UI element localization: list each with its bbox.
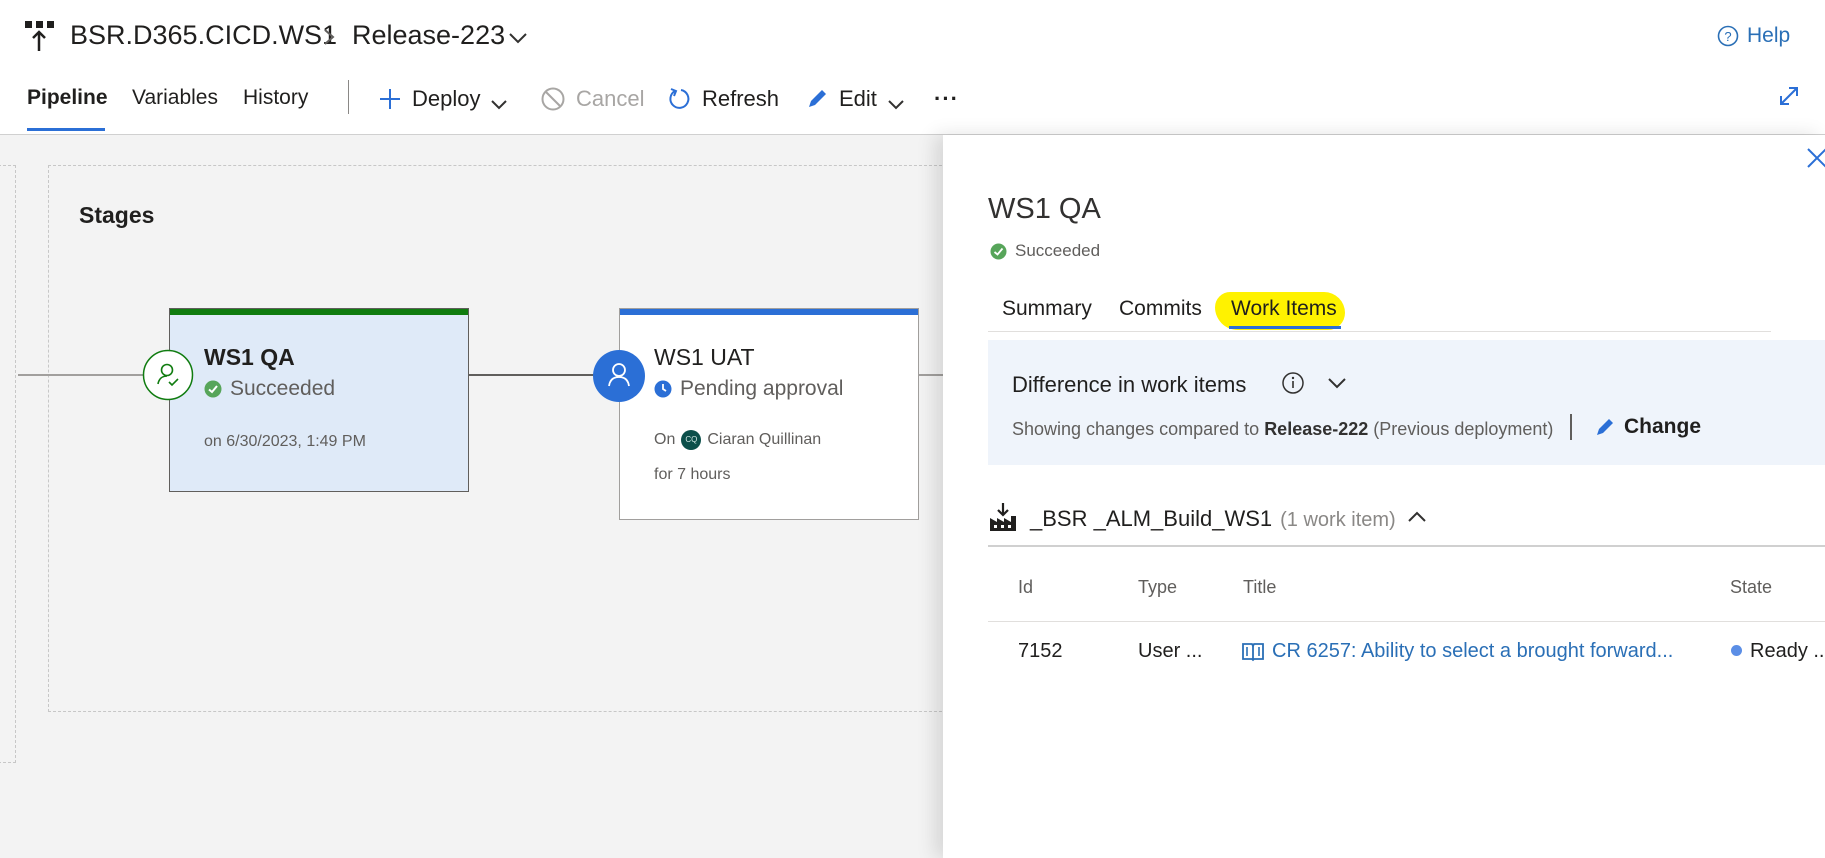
comparison-prefix: Showing changes compared to	[1012, 419, 1260, 439]
column-header-type[interactable]: Type	[1138, 577, 1177, 598]
group-count: (1 work item)	[1280, 509, 1396, 531]
column-header-title[interactable]: Title	[1243, 577, 1276, 598]
edit-button[interactable]: Edit	[805, 86, 905, 112]
stage-status: Succeeded	[204, 377, 335, 401]
cancel-label: Cancel	[576, 86, 645, 111]
comparison-text: Showing changes compared to Release-222 …	[1012, 419, 1553, 440]
group-header[interactable]: _BSR _ALM_Build_WS1 (1 work item)	[1030, 506, 1396, 532]
change-button[interactable]: Change	[1594, 415, 1701, 439]
tab-selected-underline	[1229, 326, 1341, 329]
stage-status-bar	[620, 309, 918, 315]
release-name[interactable]: Release-223	[352, 20, 505, 51]
approver-name: Ciaran Quillinan	[707, 431, 822, 448]
difference-box	[988, 340, 1825, 465]
comparison-release: Release-222	[1264, 419, 1369, 439]
approver-on-label: On	[654, 431, 676, 448]
info-icon[interactable]	[1281, 371, 1305, 395]
build-artifact-icon	[988, 502, 1018, 532]
tab-history[interactable]: History	[243, 86, 308, 110]
column-header-state[interactable]: State	[1730, 577, 1772, 598]
pre-deployment-approval-icon[interactable]	[592, 349, 646, 403]
help-label: Help	[1747, 24, 1791, 47]
stage-deployed-date: on 6/30/2023, 1:49 PM	[204, 433, 366, 450]
group-name: _BSR _ALM_Build_WS1	[1030, 506, 1273, 531]
stage-card-ws1-uat[interactable]: WS1 UAT Pending approval On CQ Ciaran Qu…	[619, 308, 919, 520]
collapse-group-icon[interactable]	[1406, 509, 1428, 525]
tab-work-items[interactable]: Work Items	[1231, 297, 1337, 321]
stage-status: Pending approval	[654, 377, 843, 401]
tabs-divider	[988, 331, 1771, 332]
help-icon: ?	[1717, 25, 1739, 47]
edit-label: Edit	[839, 86, 877, 111]
state-dot-icon	[1731, 645, 1742, 656]
tab-variables[interactable]: Variables	[132, 86, 218, 110]
stage-card-ws1-qa[interactable]: WS1 QA Succeeded on 6/30/2023, 1:49 PM	[169, 308, 469, 492]
release-dropdown-chevron-icon[interactable]	[507, 30, 529, 46]
tab-pipeline[interactable]: Pipeline	[27, 86, 108, 110]
work-item-type: User ...	[1138, 640, 1203, 662]
artifacts-region	[0, 165, 16, 763]
chevron-down-icon	[490, 92, 508, 110]
comparison-suffix: (Previous deployment)	[1373, 419, 1554, 439]
work-item-title-link[interactable]: CR 6257: Ability to select a brought for…	[1272, 640, 1673, 663]
approval-icon[interactable]	[142, 349, 194, 401]
deploy-label: Deploy	[412, 86, 481, 111]
breadcrumb-chevron-icon	[322, 27, 336, 47]
collapse-chevron-icon[interactable]	[1326, 375, 1348, 391]
stage-status-label: Succeeded	[230, 377, 336, 400]
approver-line: On CQ Ciaran Quillinan	[654, 430, 821, 450]
change-label: Change	[1624, 415, 1702, 438]
help-link[interactable]: ? Help	[1717, 24, 1790, 48]
pencil-icon	[805, 87, 829, 111]
group-divider	[988, 545, 1825, 547]
pending-duration: for 7 hours	[654, 466, 731, 483]
panel-title: WS1 QA	[988, 193, 1101, 225]
work-item-id: 7152	[1018, 640, 1063, 662]
toolbar-divider	[348, 80, 349, 114]
release-pipeline-icon	[22, 18, 56, 52]
panel-status: Succeeded	[990, 241, 1100, 261]
stage-status-label: Pending approval	[680, 377, 844, 400]
stage-status-bar	[170, 309, 468, 315]
top-bar: BSR.D365.CICD.WS1 Release-223 ? Help Pip…	[0, 0, 1825, 135]
tab-summary[interactable]: Summary	[1002, 297, 1092, 321]
cancel-icon	[540, 86, 566, 112]
more-actions-button[interactable]: ···	[934, 86, 959, 112]
clock-icon	[654, 380, 672, 398]
connector-line	[18, 374, 143, 376]
chevron-down-icon	[887, 92, 905, 110]
stage-name: WS1 QA	[204, 344, 295, 370]
pencil-icon	[1594, 416, 1616, 438]
stage-name: WS1 UAT	[654, 344, 755, 370]
comparison-divider	[1570, 414, 1572, 440]
stages-title: Stages	[79, 202, 155, 228]
pipeline-canvas: Stages WS1 QA Succeeded on 6/30/2023, 1:…	[0, 135, 962, 858]
expand-icon[interactable]	[1777, 84, 1801, 108]
svg-text:?: ?	[1724, 29, 1731, 44]
column-header-id[interactable]: Id	[1018, 577, 1033, 598]
connector-line	[468, 374, 594, 376]
tab-commits[interactable]: Commits	[1119, 297, 1202, 321]
cancel-button[interactable]: Cancel	[540, 86, 644, 112]
work-item-state: Ready ...	[1750, 640, 1825, 662]
refresh-icon	[668, 87, 692, 111]
refresh-button[interactable]: Refresh	[668, 86, 779, 112]
close-icon[interactable]	[1805, 147, 1825, 169]
pipeline-name[interactable]: BSR.D365.CICD.WS1	[70, 20, 337, 51]
check-circle-icon	[990, 243, 1007, 260]
panel-status-label: Succeeded	[1015, 241, 1101, 260]
tab-selected-underline	[27, 128, 105, 131]
user-story-icon	[1242, 640, 1264, 662]
difference-title: Difference in work items	[1012, 372, 1247, 397]
refresh-label: Refresh	[702, 86, 780, 111]
check-circle-icon	[204, 380, 222, 398]
deploy-button[interactable]: Deploy	[378, 86, 508, 112]
plus-icon	[378, 87, 402, 111]
avatar: CQ	[681, 430, 702, 450]
